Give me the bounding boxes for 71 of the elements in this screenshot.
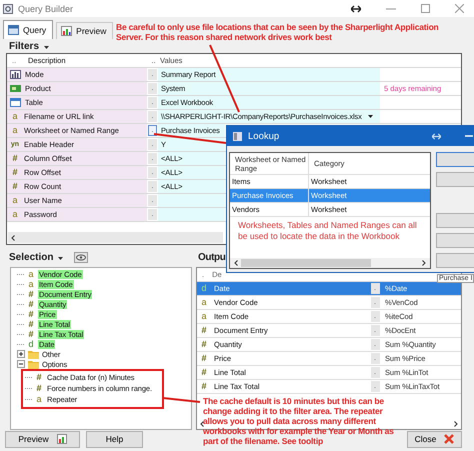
type-glyph: #	[27, 320, 34, 328]
type-glyph: #	[200, 368, 208, 377]
section-title: Selection	[9, 252, 54, 262]
section-title: Outpu	[198, 252, 226, 262]
button[interactable]	[436, 152, 474, 167]
folder-icon	[28, 359, 39, 369]
tab[interactable]: Preview	[56, 22, 114, 39]
chart-icon	[61, 26, 72, 36]
type-glyph: a	[35, 395, 42, 404]
chevron-right-icon[interactable]	[454, 420, 458, 426]
type-glyph: #	[200, 340, 208, 349]
resize-icon[interactable]	[351, 4, 361, 12]
type-glyph: #	[35, 373, 42, 382]
expand-icon[interactable]	[17, 350, 25, 358]
type-glyph: #	[27, 300, 34, 308]
type-glyph: a	[11, 210, 18, 219]
eye-icon[interactable]	[74, 252, 88, 262]
type-glyph: a	[27, 270, 34, 278]
chevron-right-icon[interactable]	[422, 260, 426, 266]
annotation-text: The cache default is 10 minutes but this can be change adding it to the filter area. The repeater allows you to pull data across many different workbooks with for example the Year or Month as part of the filename. See tooltip	[203, 396, 395, 446]
chart-icon	[56, 434, 67, 444]
scrollbar[interactable]	[230, 258, 430, 268]
scroll-thumb[interactable]	[241, 259, 371, 267]
type-glyph: a	[11, 126, 18, 135]
type-glyph: a	[200, 312, 208, 321]
caret-icon[interactable]	[44, 46, 50, 48]
note-text: Worksheets, Tables and Named Ranges can all be used to locate the data in the Workbook	[237, 219, 418, 243]
minimize-icon[interactable]	[465, 133, 473, 139]
type-glyph: #	[11, 154, 18, 163]
type-glyph: #	[11, 182, 18, 191]
section-title: Filters	[9, 40, 40, 52]
type-glyph: a	[200, 298, 208, 307]
chevron-left-icon[interactable]	[234, 260, 238, 266]
button[interactable]: Preview	[5, 430, 80, 448]
button[interactable]: Help	[86, 430, 143, 448]
type-glyph: #	[27, 310, 34, 318]
value-field[interactable]	[158, 208, 225, 221]
chevron-left-icon[interactable]	[200, 420, 204, 426]
collapse-icon[interactable]	[17, 360, 25, 368]
tab[interactable]: Query	[3, 20, 54, 39]
dropdown-icon[interactable]	[368, 115, 373, 118]
type-glyph: #	[27, 330, 34, 338]
type-glyph: a	[11, 196, 18, 205]
window-icon	[233, 132, 242, 140]
type-glyph: #	[35, 384, 42, 393]
folder-icon	[28, 349, 39, 359]
type-glyph: #	[11, 168, 18, 177]
value-field[interactable]	[158, 194, 225, 207]
caret-icon[interactable]	[58, 256, 64, 260]
close-icon	[444, 434, 454, 444]
chevron-left-icon[interactable]	[11, 234, 15, 240]
scrollbar[interactable]	[8, 232, 223, 243]
type-glyph: #	[200, 354, 208, 363]
window-icon	[8, 25, 19, 35]
product-icon	[10, 84, 21, 93]
type-glyph: #	[27, 290, 34, 298]
app-icon	[3, 4, 13, 14]
type-glyph: d	[200, 284, 208, 293]
window-title: Lookup	[248, 130, 280, 142]
window-icon	[10, 98, 21, 107]
bar-chart-icon	[10, 70, 21, 79]
type-glyph: #	[200, 382, 208, 391]
type-glyph: d	[27, 340, 34, 348]
annotation-text: Be careful to only use file locations that can be seen by the Sharperlight Application Server. For this reason shared network drives work best	[116, 22, 440, 42]
maximize-icon[interactable]	[421, 4, 430, 13]
close-icon[interactable]	[455, 4, 464, 13]
button[interactable]: Close	[407, 430, 462, 448]
type-glyph: #	[200, 326, 208, 335]
window-title: Query Builder	[18, 4, 74, 14]
type-glyph: a	[27, 280, 34, 288]
type-glyph: a	[11, 112, 18, 121]
